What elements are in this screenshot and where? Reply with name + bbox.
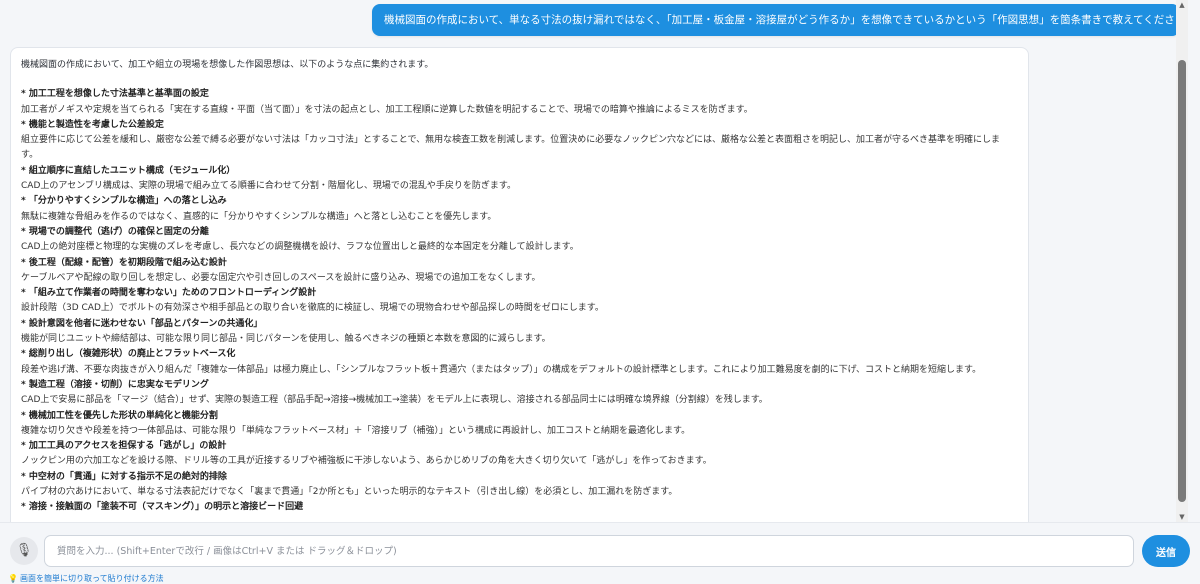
- item-title: * 機械加工性を優先した形状の単純化と機能分割: [21, 410, 218, 421]
- item-title: * 後工程（配線・配管）を初期段階で組み込む設計: [21, 257, 227, 268]
- chat-scrollbar[interactable]: ▲ ▼: [1176, 0, 1188, 522]
- answer-intro: 機械図面の作成において、加工や組立の現場を想像した作図思想は、以下のような点に集…: [21, 60, 434, 70]
- list-item: * 機械加工性を優先した形状の単純化と機能分割 複雑な切り欠きや段差を持つ一体部…: [21, 409, 1016, 440]
- item-title: * 「組み立て作業者の時間を奪わない」ためのフロントローディング設計: [21, 288, 317, 299]
- item-body: 設計段階（3D CAD上）でボルトの有効深さや相手部品との取り合いを徹底的に検証…: [21, 303, 604, 314]
- tip-text: 画面を簡単に切り取って貼り付ける方法: [19, 574, 164, 583]
- item-body: 複雑な切り欠きや段差を持つ一体部品は、可能な限り「単純なフラットベース材」＋「溶…: [21, 425, 691, 436]
- item-body: 組立要件に応じて公差を緩和し、厳密な公差で縛る必要がない寸法は「カッコ寸法」とす…: [21, 135, 1001, 161]
- list-item: * 中空材の「貫通」に対する指示不足の絶対的排除 パイプ材の穴あけにおいて、単な…: [21, 470, 1016, 501]
- input-bar: 🎙 送信 💡画面を簡単に切り取って貼り付ける方法: [0, 522, 1200, 584]
- list-item: * 溶接・接触面の「塗装不可（マスキング）」の明示と溶接ビード回避: [21, 500, 1016, 515]
- list-item: * 組立順序に直結したユニット構成（モジュール化） CAD上のアセンブリ構成は、…: [21, 164, 1016, 195]
- screenshot-tip-link[interactable]: 💡 画面を簡単に切り取って貼り付ける方法: [8, 573, 164, 584]
- list-item: * 設計意図を他者に迷わせない「部品とパターンの共通化」 機能が同じユニットや締…: [21, 317, 1016, 348]
- item-title: * 加工工程を想像した寸法基準と基準面の設定: [21, 89, 209, 100]
- item-title: * 加工工具のアクセスを担保する「逃がし」の設計: [21, 441, 227, 452]
- answer-list: * 加工工程を想像した寸法基準と基準面の設定 加工者がノギスや定規を当てられる「…: [21, 87, 1016, 515]
- item-body: 段差や逃げ溝、不要な肉抜きが入り組んだ「複雑な一体部品」は極力廃止し、「シンプル…: [21, 364, 982, 375]
- scrollbar-thumb[interactable]: [1178, 60, 1186, 502]
- item-body: 無駄に複雑な骨組みを作るのではなく、直感的に「分かりやすくシンプルな構造」へと落…: [21, 211, 497, 222]
- list-item: * 総削り出し（複雑形状）の廃止とフラットベース化 段差や逃げ溝、不要な肉抜きが…: [21, 347, 1016, 378]
- item-title: * 総削り出し（複雑形状）の廃止とフラットベース化: [21, 349, 236, 360]
- list-item: * 後工程（配線・配管）を初期段階で組み込む設計 ケーブルベアや配線の取り回しを…: [21, 256, 1016, 287]
- item-body: ケーブルベアや配線の取り回しを想定し、必要な固定穴や引き回しのスペースを設計に盛…: [21, 272, 541, 283]
- item-title: * 中空材の「貫通」に対する指示不足の絶対的排除: [21, 471, 227, 482]
- item-body: CAD上で安易に部品を「マージ（結合）」せず、実際の製造工程（部品手配→溶接→機…: [21, 395, 768, 406]
- item-title: * 組立順序に直結したユニット構成（モジュール化）: [21, 165, 236, 176]
- item-title: * 製造工程（溶接・切削）に忠実なモデリング: [21, 379, 209, 390]
- scroll-up-arrow-icon[interactable]: ▲: [1178, 1, 1186, 9]
- list-item: * 「組み立て作業者の時間を奪わない」ためのフロントローディング設計 設計段階（…: [21, 286, 1016, 317]
- item-title: * 機能と製造性を考慮した公差設定: [21, 119, 164, 130]
- item-body: パイプ材の穴あけにおいて、単なる寸法表記だけでなく「裏まで貫通」「2か所とも」と…: [21, 487, 678, 498]
- user-message-bubble: 機械図面の作成において、単なる寸法の抜け漏れではなく、「加工屋・板金屋・溶接屋が…: [372, 4, 1188, 36]
- scroll-down-arrow-icon[interactable]: ▼: [1178, 513, 1186, 521]
- list-item: * 製造工程（溶接・切削）に忠実なモデリング CAD上で安易に部品を「マージ（結…: [21, 378, 1016, 409]
- item-body: ノックピン用の穴加工などを設ける際、ドリル等の工具が近接するリブや補強板に干渉し…: [21, 456, 712, 467]
- send-button[interactable]: 送信: [1142, 535, 1190, 567]
- lightbulb-icon: 💡: [8, 574, 18, 583]
- list-item: * 加工工具のアクセスを担保する「逃がし」の設計 ノックピン用の穴加工などを設け…: [21, 439, 1016, 470]
- list-item: * 「分かりやすくシンプルな構造」への落とし込み 無駄に複雑な骨組みを作るのでは…: [21, 194, 1016, 225]
- item-title: * 「分かりやすくシンプルな構造」への落とし込み: [21, 196, 227, 207]
- question-input[interactable]: [44, 535, 1134, 567]
- microphone-button[interactable]: 🎙: [10, 537, 38, 565]
- chat-area: 機械図面の作成において、単なる寸法の抜け漏れではなく、「加工屋・板金屋・溶接屋が…: [0, 0, 1188, 522]
- item-body: 機能が同じユニットや締結部は、可能な限り同じ部品・同じパターンを使用し、触るべき…: [21, 334, 551, 345]
- list-item: * 加工工程を想像した寸法基準と基準面の設定 加工者がノギスや定規を当てられる「…: [21, 87, 1016, 118]
- list-item: * 現場での調整代（逃げ）の確保と固定の分離 CAD上の絶対座標と物理的な実機の…: [21, 225, 1016, 256]
- item-body: CAD上の絶対座標と物理的な実機のズレを考慮し、長穴などの調整機構を設け、ラフな…: [21, 242, 579, 253]
- item-body: 加工者がノギスや定規を当てられる「実在する直線・平面（当て面）」を寸法の起点とし…: [21, 104, 753, 115]
- assistant-message-bubble: 機械図面の作成において、加工や組立の現場を想像した作図思想は、以下のような点に集…: [10, 47, 1029, 522]
- list-item: * 機能と製造性を考慮した公差設定 組立要件に応じて公差を緩和し、厳密な公差で縛…: [21, 118, 1016, 164]
- item-body: CAD上のアセンブリ構成は、実際の現場で組み立てる順番に合わせて分割・階層化し、…: [21, 181, 517, 192]
- microphone-icon: 🎙: [15, 543, 33, 558]
- item-title: * 現場での調整代（逃げ）の確保と固定の分離: [21, 226, 209, 237]
- item-title: * 溶接・接触面の「塗装不可（マスキング）」の明示と溶接ビード回避: [21, 502, 304, 513]
- item-title: * 設計意図を他者に迷わせない「部品とパターンの共通化」: [21, 318, 263, 329]
